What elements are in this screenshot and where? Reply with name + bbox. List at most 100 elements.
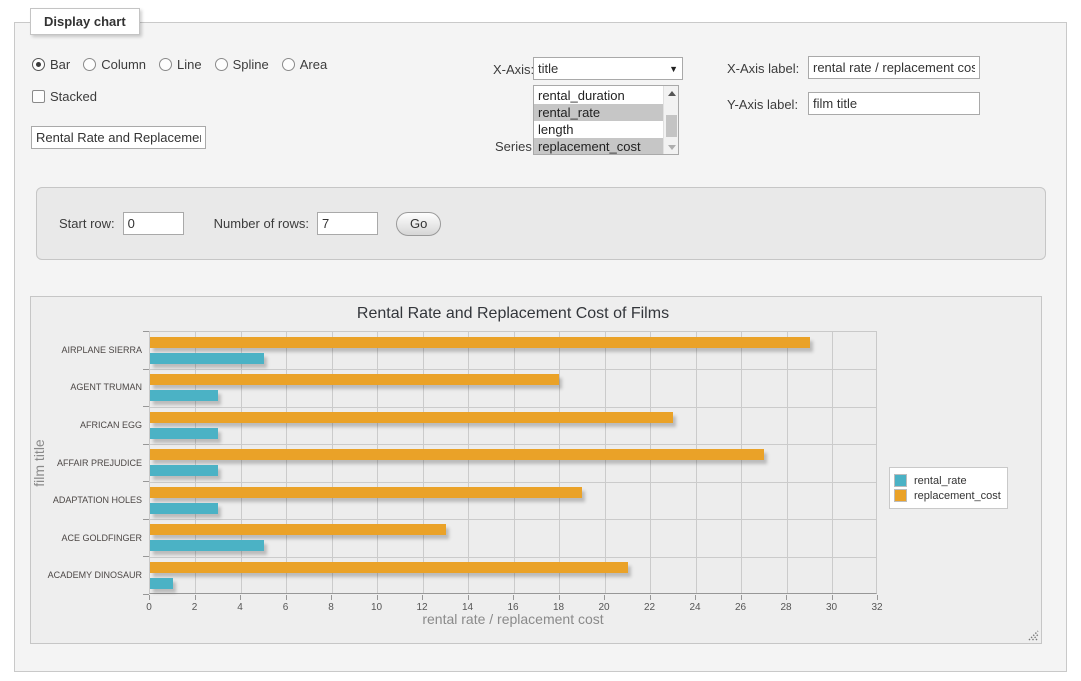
grid-line [696,332,697,593]
x-tick-mark [650,595,651,600]
series-option-replacement_cost[interactable]: replacement_cost [534,138,663,155]
resize-handle-icon[interactable] [1028,630,1039,641]
chart-plot-area [149,331,877,594]
y-tick-mark [143,556,149,557]
chart-type-radio-line[interactable]: Line [159,57,202,72]
go-button[interactable]: Go [396,212,441,236]
bar-rental_rate [150,390,218,401]
x-tick-mark [286,595,287,600]
bar-rental_rate [150,465,218,476]
x-tick-mark [468,595,469,600]
x-axis-select[interactable]: title ▼ [533,57,683,80]
grid-line [468,332,469,593]
display-chart-legend: Display chart [30,8,140,35]
radio-icon[interactable] [32,58,45,71]
chart-title-input[interactable] [31,126,206,149]
y-tick-mark [143,369,149,370]
bar-replacement_cost [150,562,628,573]
grid-line [559,332,560,593]
bar-rental_rate [150,540,264,551]
x-tick-mark [331,595,332,600]
x-axis-selected-value: title [538,61,558,76]
page: Display chart Bar Column Line Spline Area St… [0,0,1081,681]
legend-swatch [894,474,907,487]
grid-line [150,407,876,408]
x-axis-label-input[interactable] [808,56,980,79]
x-tick-mark [559,595,560,600]
chart-type-radio-column[interactable]: Column [83,57,146,72]
grid-line [241,332,242,593]
radio-icon[interactable] [215,58,228,71]
chart-title: Rental Rate and Replacement Cost of Film… [149,305,877,323]
y-tick-mark [143,331,149,332]
scrollbar-thumb[interactable] [666,115,677,137]
y-axis-label-input[interactable] [808,92,980,115]
bar-replacement_cost [150,449,764,460]
y-tick-mark [143,594,149,595]
chart-type-radio-spline[interactable]: Spline [215,57,269,72]
series-option-rental_rate[interactable]: rental_rate [534,104,663,121]
x-tick-mark [832,595,833,600]
grid-line [423,332,424,593]
series-listbox[interactable]: rental_durationrental_ratelengthreplacem… [533,85,679,155]
radio-icon[interactable] [282,58,295,71]
bar-replacement_cost [150,487,582,498]
grid-line [605,332,606,593]
row-range-panel: Start row: Number of rows: Go [36,187,1046,260]
x-tick-mark [741,595,742,600]
start-row-input[interactable] [123,212,184,235]
legend-label: replacement_cost [907,490,1001,502]
x-tick-mark [195,595,196,600]
stacked-checkbox[interactable]: Stacked [32,89,97,104]
y-tick-label: AGENT TRUMAN [32,382,142,392]
bar-replacement_cost [150,374,559,385]
grid-line [377,332,378,593]
radio-label: Line [177,57,202,72]
stacked-label: Stacked [50,89,97,104]
x-tick-mark [240,595,241,600]
x-tick-mark [877,595,878,600]
grid-line [150,519,876,520]
x-tick-label: 4 [225,602,255,613]
x-tick-label: 24 [680,602,710,613]
x-tick-label: 0 [134,602,164,613]
chart-type-radio-group: Bar Column Line Spline Area [32,57,340,72]
scroll-down-icon[interactable] [664,140,679,154]
x-tick-label: 20 [589,602,619,613]
legend-item: rental_rate [894,474,1001,487]
x-tick-mark [513,595,514,600]
chart-type-radio-bar[interactable]: Bar [32,57,70,72]
chart-type-radio-area[interactable]: Area [282,57,327,72]
x-tick-label: 12 [407,602,437,613]
series-scrollbar[interactable] [663,86,678,154]
grid-line [514,332,515,593]
grid-line [150,557,876,558]
grid-line [787,332,788,593]
x-tick-mark [695,595,696,600]
series-option-rental_duration[interactable]: rental_duration [534,87,663,104]
num-rows-input[interactable] [317,212,378,235]
grid-line [832,332,833,593]
y-tick-mark [143,519,149,520]
y-tick-mark [143,444,149,445]
bar-replacement_cost [150,524,446,535]
bar-replacement_cost [150,337,810,348]
x-tick-label: 18 [544,602,574,613]
x-tick-label: 10 [362,602,392,613]
radio-label: Bar [50,57,70,72]
checkbox-icon[interactable] [32,90,45,103]
chart-x-axis-label: rental rate / replacement cost [149,611,877,627]
y-tick-label: ADAPTATION HOLES [32,495,142,505]
num-rows-label: Number of rows: [214,216,309,231]
x-tick-mark [377,595,378,600]
legend-label: rental_rate [907,475,967,487]
radio-label: Column [101,57,146,72]
radio-label: Area [300,57,327,72]
series-option-length[interactable]: length [534,121,663,138]
scroll-up-icon[interactable] [664,86,679,100]
x-tick-label: 2 [180,602,210,613]
radio-icon[interactable] [83,58,96,71]
radio-icon[interactable] [159,58,172,71]
x-tick-label: 32 [862,602,892,613]
y-tick-label: AFRICAN EGG [32,420,142,430]
